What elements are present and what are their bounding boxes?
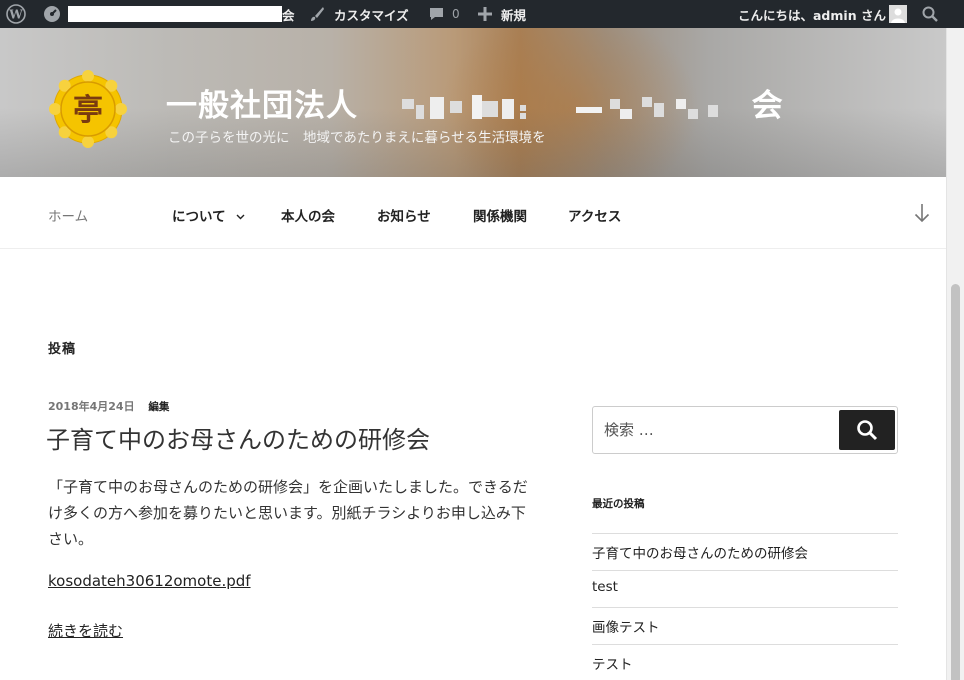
search-icon: [857, 420, 878, 441]
arrow-down-icon[interactable]: [914, 203, 930, 227]
page-scrollbar[interactable]: [946, 28, 964, 680]
page-title: 投稿: [48, 342, 77, 357]
nav-item-partners[interactable]: 関係機関: [473, 205, 527, 225]
main-navigation: ホーム について 本人の会 お知らせ 関係機関 アクセス: [0, 177, 946, 249]
site-tagline: この子らを世の光に 地域であたりまえに暮らせる生活環境を: [168, 130, 546, 146]
post-meta: 2018年4月24日 編集: [48, 398, 169, 414]
nav-item-members[interactable]: 本人の会: [281, 205, 335, 225]
nav-item-about[interactable]: について: [172, 205, 245, 225]
search-form: [592, 406, 898, 454]
site-title-prefix: 一般社団法人: [166, 88, 358, 124]
list-item[interactable]: 子育て中のお母さんのための研修会: [592, 533, 898, 570]
search-input[interactable]: [594, 408, 834, 452]
list-item[interactable]: 画像テスト: [592, 607, 898, 644]
svg-text:W: W: [8, 8, 23, 22]
read-more-link[interactable]: 続きを読む: [48, 620, 123, 641]
search-icon[interactable]: [922, 0, 938, 28]
post-date[interactable]: 2018年4月24日: [48, 400, 135, 413]
site-name-suffix[interactable]: 会: [282, 0, 295, 28]
list-item[interactable]: テスト: [592, 644, 898, 680]
comment-count: 0: [452, 7, 460, 21]
brush-icon: [309, 0, 325, 28]
greeting-link[interactable]: こんにちは、admin さん: [738, 0, 886, 28]
edit-post-link[interactable]: 編集: [148, 401, 169, 413]
admin-bar: W 会 カスタマイズ 0 新規 こんにちは、admin さん: [0, 0, 964, 28]
dashboard-icon[interactable]: [43, 0, 61, 28]
recent-posts-heading: 最近の投稿: [592, 498, 645, 510]
nav-item-news[interactable]: お知らせ: [377, 205, 431, 225]
chevron-down-icon: [236, 214, 245, 220]
nav-item-access[interactable]: アクセス: [568, 205, 621, 225]
post-body: 「子育て中のお母さんのための研修会」を企画いたしました。できるだけ多くの方へ参加…: [48, 478, 528, 548]
avatar[interactable]: [889, 0, 907, 28]
customize-link[interactable]: カスタマイズ: [334, 0, 409, 28]
logo-glyph: 亭: [73, 93, 103, 128]
site-title[interactable]: 一般社団法人 会: [166, 80, 784, 125]
recent-posts-list: 子育て中のお母さんのための研修会 test 画像テスト テスト: [592, 533, 898, 680]
nav-item-home[interactable]: ホーム: [48, 205, 88, 225]
attachment-link[interactable]: kosodateh30612omote.pdf: [48, 572, 251, 590]
plus-icon: [478, 0, 492, 28]
wordpress-logo-icon[interactable]: W: [6, 0, 26, 28]
site-header: 亭 一般社団法人 会 この子らを世の光に 地域であたりまえに暮らせる生活環境を: [0, 28, 946, 177]
new-content-link[interactable]: 新規: [501, 0, 526, 28]
site-name-redacted: [68, 6, 282, 22]
nav-item-about-label: について: [172, 209, 226, 225]
site-title-redacted: [370, 91, 740, 125]
post-title[interactable]: 子育て中のお母さんのための研修会: [46, 420, 430, 455]
search-button[interactable]: [839, 410, 895, 450]
site-title-suffix: 会: [751, 88, 784, 124]
comment-icon[interactable]: [428, 0, 445, 28]
scrollbar-thumb[interactable]: [951, 284, 960, 680]
list-item[interactable]: test: [592, 570, 898, 607]
site-logo[interactable]: 亭: [49, 70, 127, 152]
